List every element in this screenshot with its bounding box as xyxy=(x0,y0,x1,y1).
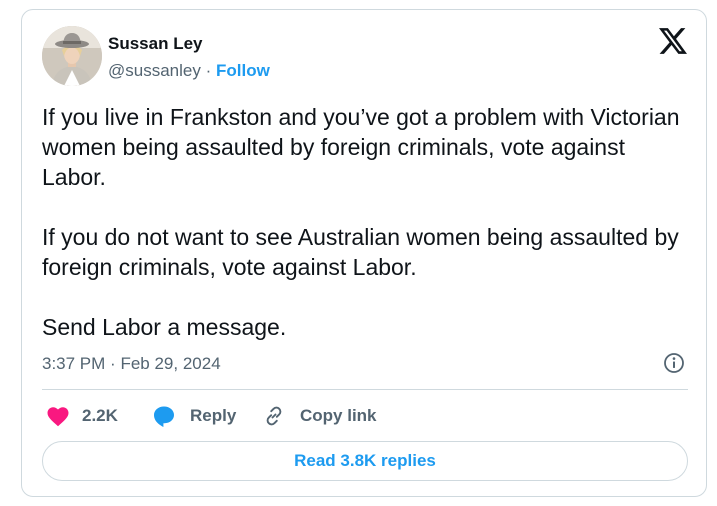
handle-separator: · xyxy=(205,61,212,80)
avatar-image xyxy=(42,26,102,86)
link-icon xyxy=(262,404,286,428)
copy-link-label: Copy link xyxy=(300,406,377,425)
avatar[interactable] xyxy=(42,26,102,86)
reply-button[interactable]: Reply xyxy=(152,404,236,428)
tweet-paragraph: If you do not want to see Australian wom… xyxy=(42,224,679,280)
tweet-text: If you live in Frankston and you’ve got … xyxy=(42,102,682,342)
timestamp-separator: · xyxy=(110,354,116,373)
info-icon[interactable] xyxy=(663,352,685,374)
read-replies-button[interactable]: Read 3.8K replies xyxy=(42,441,688,481)
follow-button[interactable]: Follow xyxy=(216,61,270,80)
tweet-timestamp[interactable]: 3:37 PM · Feb 29, 2024 xyxy=(42,354,221,374)
like-button[interactable]: 2.2K xyxy=(46,404,118,428)
tweet-paragraph: If you live in Frankston and you’ve got … xyxy=(42,104,680,190)
speech-bubble-icon xyxy=(152,404,176,428)
tweet-card: Sussan Ley @sussanley · Follow If you li… xyxy=(21,9,707,497)
author-name[interactable]: Sussan Ley xyxy=(108,34,203,54)
reply-label: Reply xyxy=(190,406,237,425)
x-logo-icon[interactable] xyxy=(659,28,687,54)
like-count: 2.2K xyxy=(82,406,118,425)
copy-link-button[interactable]: Copy link xyxy=(262,404,377,428)
tweet-date: Feb 29, 2024 xyxy=(120,354,221,373)
tweet-paragraph: Send Labor a message. xyxy=(42,314,287,340)
tweet-time: 3:37 PM xyxy=(42,354,106,373)
divider xyxy=(42,389,688,390)
author-handle-row: @sussanley · Follow xyxy=(108,61,270,81)
author-handle[interactable]: @sussanley xyxy=(108,61,201,80)
heart-icon xyxy=(46,405,70,427)
